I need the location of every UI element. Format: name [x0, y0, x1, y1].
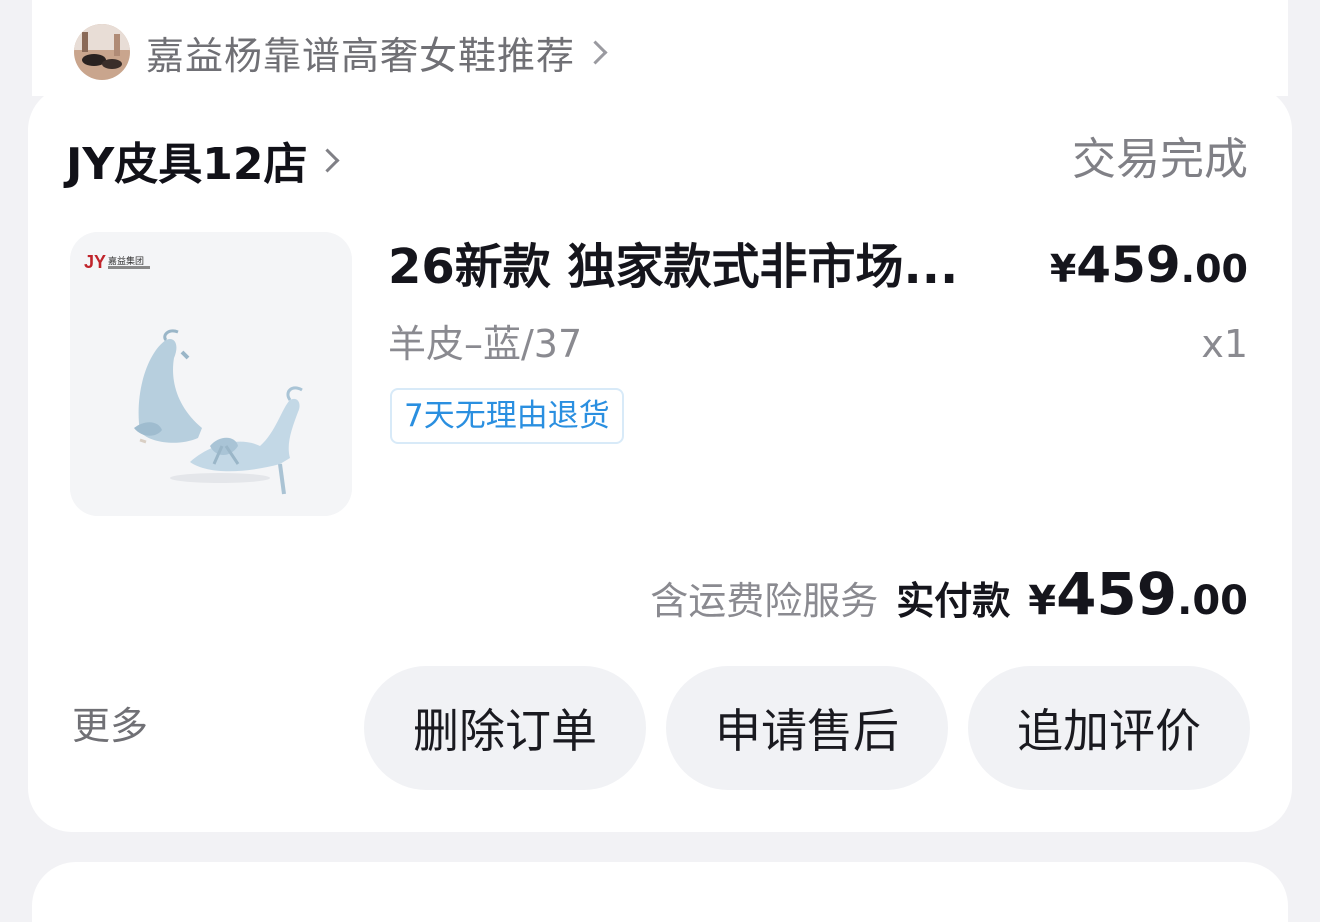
product-image-brand: 嘉益集团	[108, 255, 144, 267]
price-integer: 459	[1076, 236, 1181, 294]
product-image[interactable]: JY 嘉益集团	[70, 232, 352, 516]
product-quantity: x1	[1201, 322, 1248, 366]
shop-name: JY皮具12店	[66, 139, 308, 190]
product-price: ¥459.00	[1050, 232, 1248, 310]
delete-order-button[interactable]: 删除订单	[364, 666, 646, 790]
more-button[interactable]: 更多	[72, 698, 148, 754]
product-spec: 羊皮–蓝/37	[388, 322, 583, 366]
price-symbol: ¥	[1049, 247, 1077, 291]
total-symbol: ¥	[1028, 578, 1057, 624]
total-decimal: .00	[1177, 578, 1248, 624]
order-card: JY皮具12店 交易完成 JY 嘉益集团 26新款 独家款式非市场... ¥45…	[28, 86, 1292, 832]
recommendation-title: 嘉益杨靠谱高奢女鞋推荐	[146, 33, 576, 78]
recommendation-strip[interactable]: 嘉益杨靠谱高奢女鞋推荐	[32, 0, 1288, 96]
shop-avatar	[74, 24, 130, 80]
return-policy-tag: 7天无理由退货	[390, 388, 624, 444]
shop-link[interactable]: JY皮具12店	[66, 130, 340, 190]
svg-text:JY: JY	[84, 252, 106, 272]
order-status: 交易完成	[1072, 134, 1248, 185]
insurance-note: 含运费险服务	[650, 579, 879, 623]
total-label: 实付款	[896, 579, 1011, 623]
product-title[interactable]: 26新款 独家款式非市场...	[388, 234, 1008, 300]
price-decimal: .00	[1180, 247, 1248, 291]
total-price: ¥459.00	[1028, 560, 1248, 628]
chevron-right-icon	[315, 147, 340, 173]
next-order-card	[32, 862, 1288, 922]
total-integer: 459	[1056, 560, 1178, 628]
add-review-button[interactable]: 追加评价	[968, 666, 1250, 790]
after-sale-button[interactable]: 申请售后	[666, 666, 948, 790]
order-total: 含运费险服务 实付款 ¥459.00	[650, 560, 1248, 628]
chevron-right-icon	[583, 39, 608, 65]
